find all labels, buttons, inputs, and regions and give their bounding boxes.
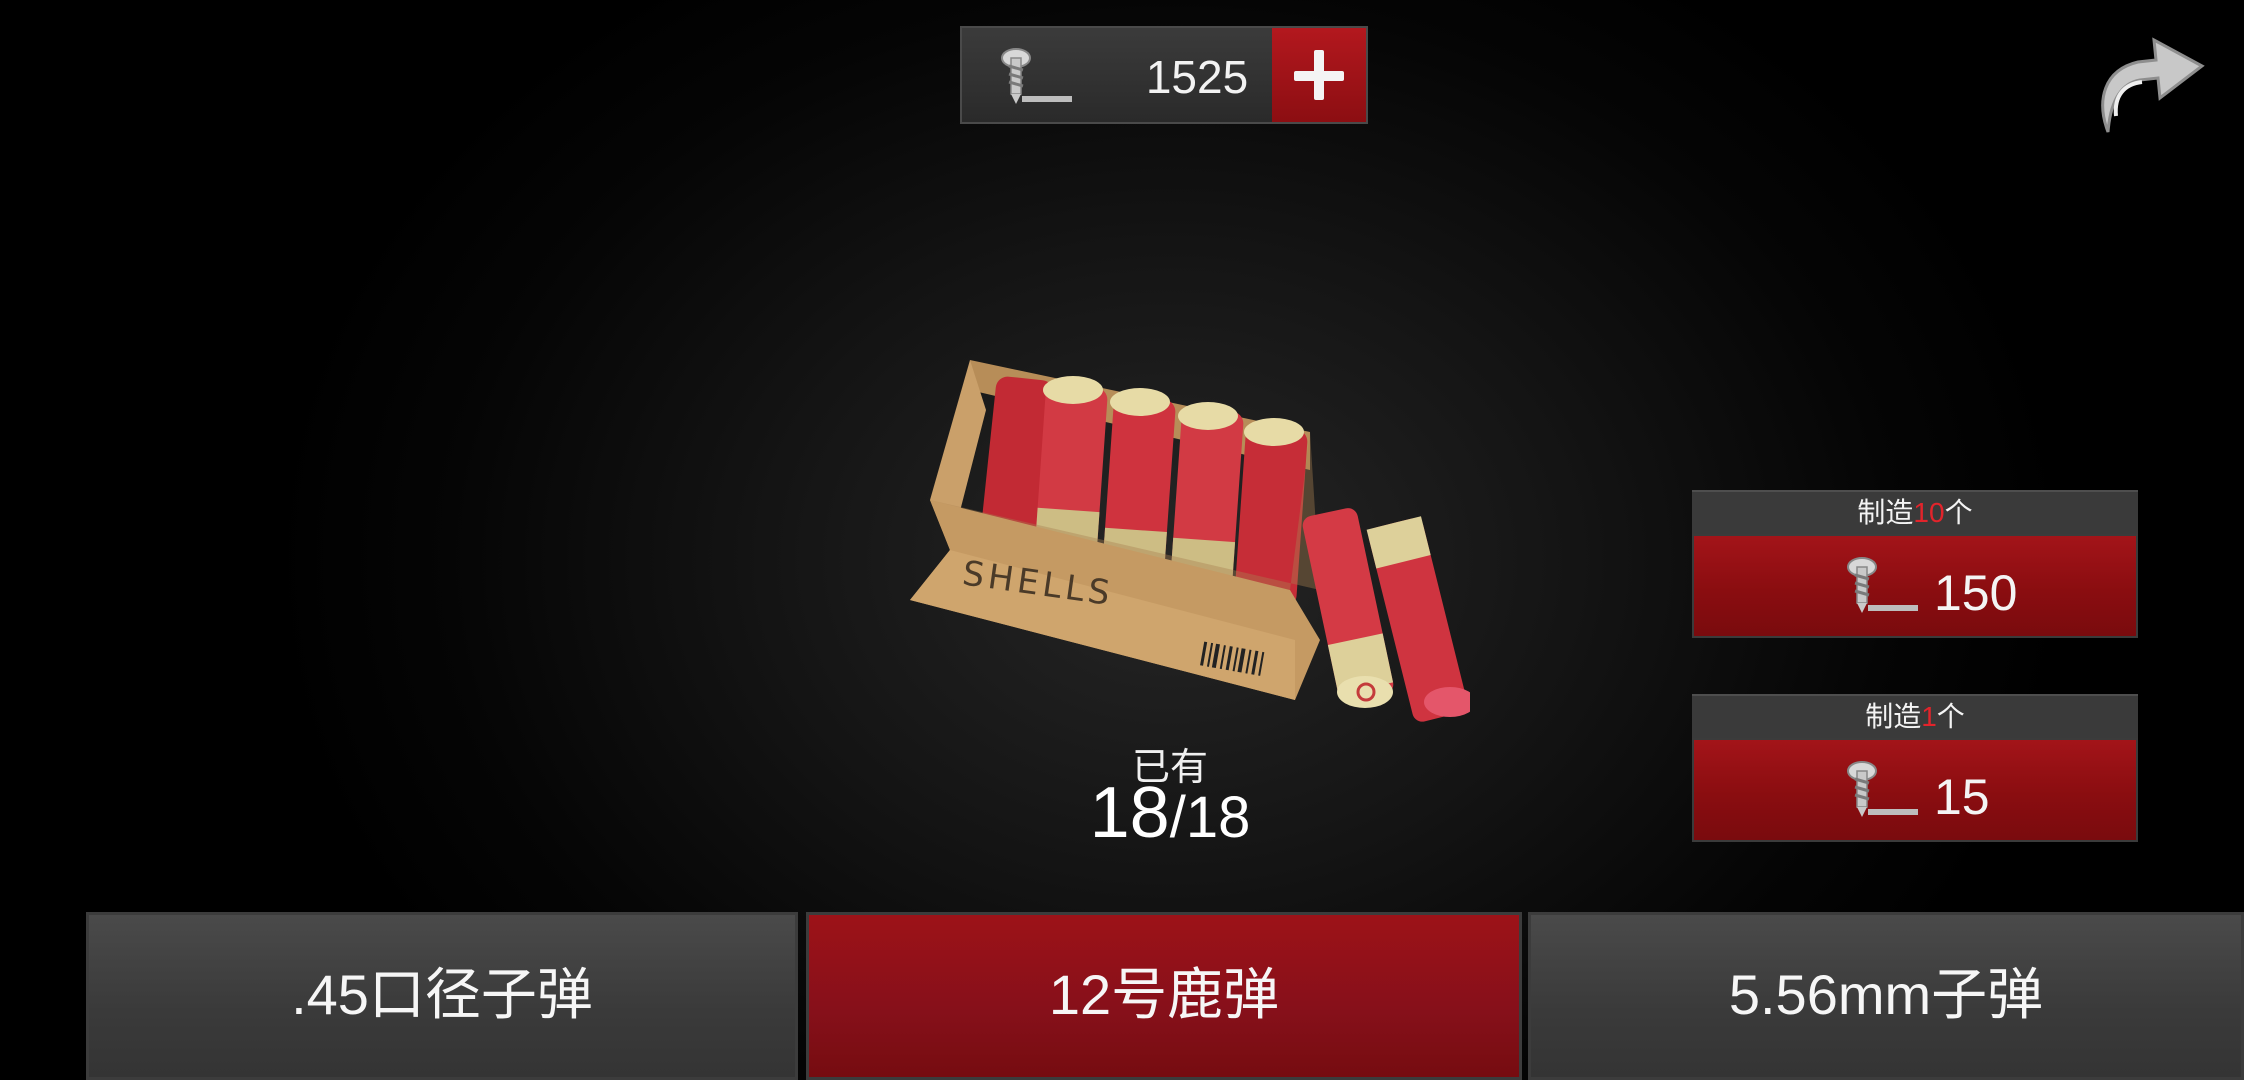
tab-45-caliber[interactable]: .45口径子弹 (86, 912, 798, 1080)
screw-icon (1847, 557, 1918, 613)
loose-shells (1302, 508, 1470, 722)
craft-qty: 10 (1913, 497, 1945, 528)
currency-bar: 1525 (960, 26, 1368, 124)
currency-amount: 1525 (1145, 51, 1249, 103)
owned-max: 18 (1185, 785, 1251, 850)
shotgun-shells-box-image: SHELLS (910, 360, 1470, 722)
craft-10-button[interactable]: 150 (1692, 534, 2138, 638)
craft-1-panel: 制造1个 15 (1692, 694, 2138, 842)
craft-1-price: 15 (1934, 769, 1990, 825)
back-arrow-icon[interactable] (2090, 20, 2210, 140)
owned-current: 18 (1089, 773, 1170, 853)
craft-qty: 1 (1921, 701, 1937, 732)
owned-separator: / (1169, 785, 1186, 850)
tab-12-gauge-buckshot[interactable]: 12号鹿弹 (806, 912, 1522, 1080)
tab-556mm[interactable]: 5.56mm子弹 (1528, 912, 2244, 1080)
add-currency-button[interactable] (1272, 28, 1366, 122)
craft-10-price: 150 (1934, 565, 2018, 621)
screw-icon (1001, 48, 1072, 104)
craft-1-button[interactable]: 15 (1692, 738, 2138, 842)
craft-10-header: 制造10个 (1692, 490, 2138, 534)
screw-icon (1847, 761, 1918, 817)
craft-1-header: 制造1个 (1692, 694, 2138, 738)
craft-10-panel: 制造10个 150 (1692, 490, 2138, 638)
owned-count: 18/18 (1010, 772, 1330, 854)
